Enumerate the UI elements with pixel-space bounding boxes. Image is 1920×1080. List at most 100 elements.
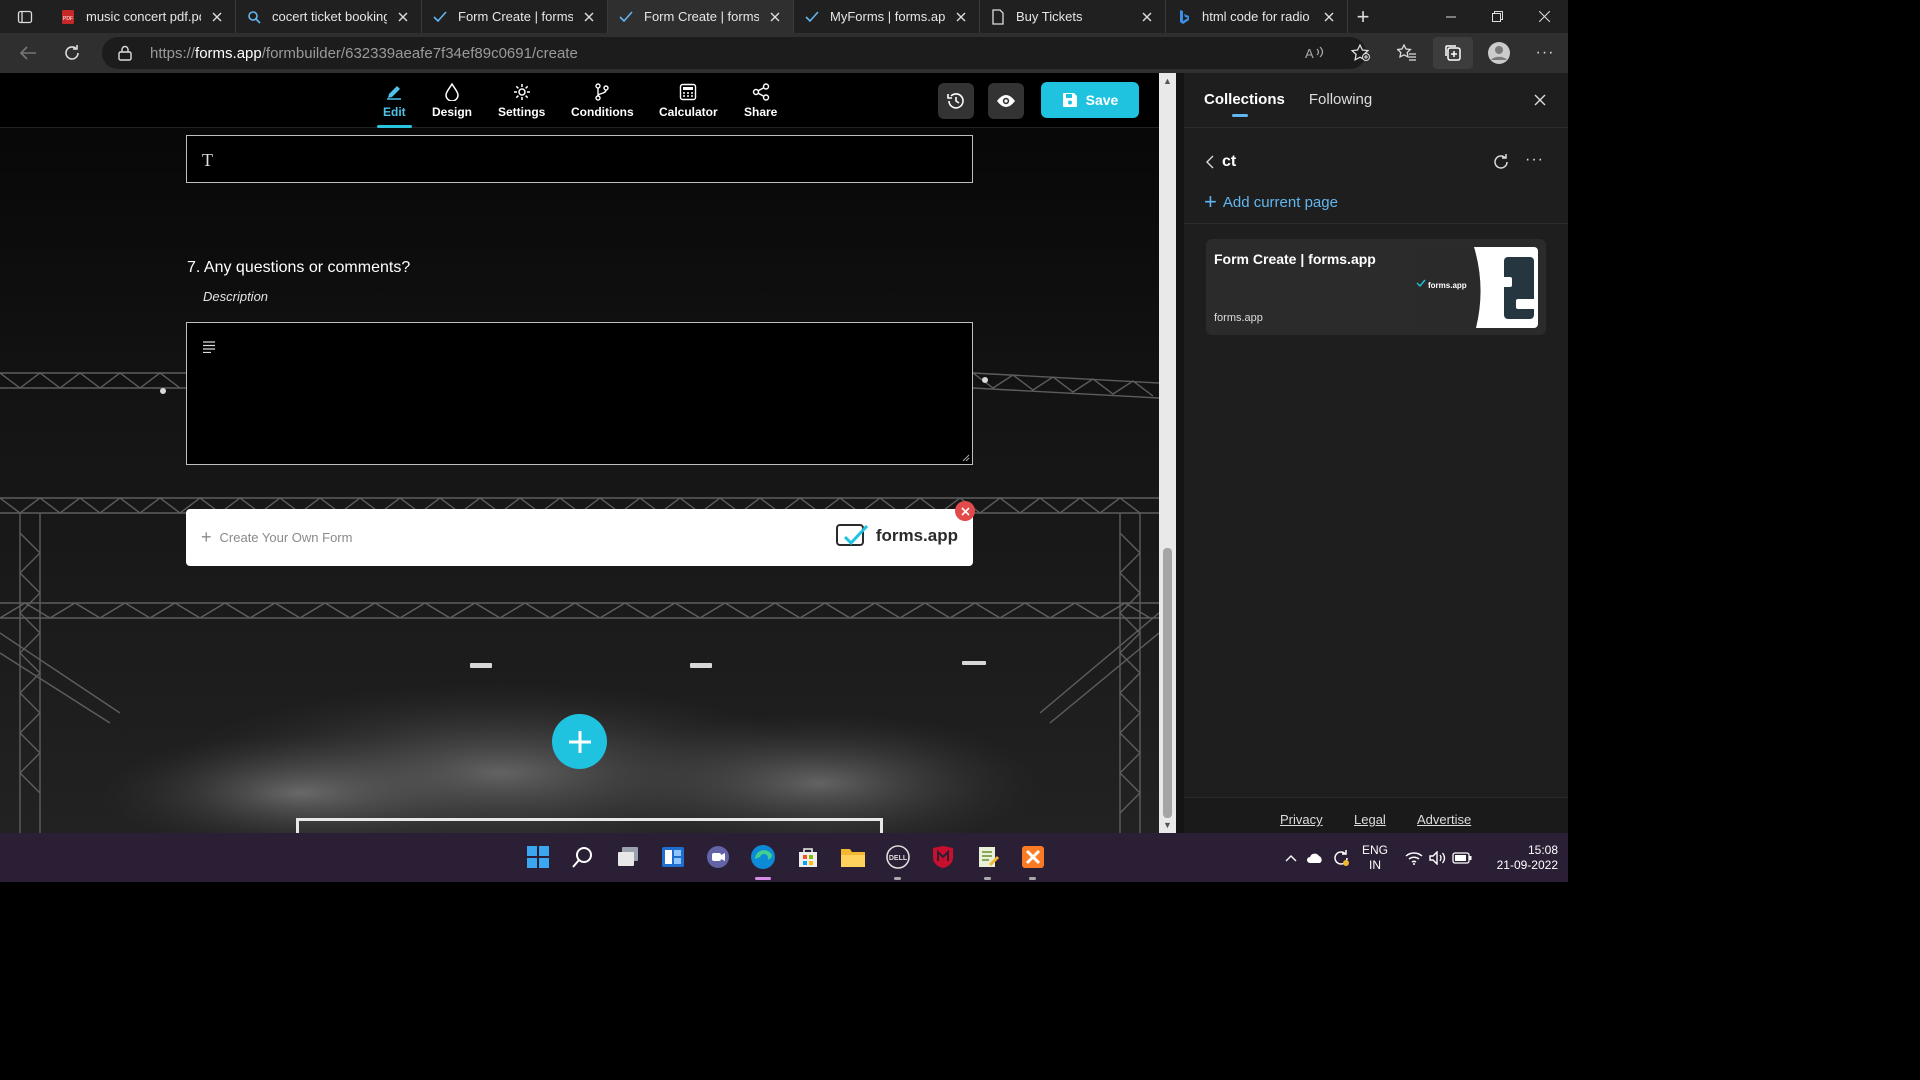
resize-handle-icon[interactable]	[962, 454, 970, 462]
sync-button[interactable]	[1492, 153, 1510, 176]
plus-icon	[568, 730, 591, 753]
profile-button[interactable]	[1476, 33, 1522, 73]
edge-taskbar-button[interactable]	[748, 842, 778, 872]
history-button[interactable]	[938, 83, 974, 119]
back-button[interactable]	[6, 33, 50, 73]
teams-chat-button[interactable]	[703, 842, 733, 872]
tab-collections[interactable]: Collections	[1204, 91, 1285, 117]
minimize-button[interactable]	[1427, 0, 1474, 33]
tab-close-icon[interactable]	[1139, 9, 1155, 25]
close-window-button[interactable]	[1521, 0, 1568, 33]
start-button[interactable]	[523, 842, 553, 872]
dell-app-button[interactable]: DELL	[883, 842, 913, 872]
sync-status-button[interactable]	[1328, 849, 1354, 867]
tab-3[interactable]: Form Create | forms.a	[608, 0, 794, 33]
tool-label: Design	[432, 105, 473, 119]
builder-toolbar: Edit Design Settings Conditions Calculat…	[0, 73, 1159, 128]
question-title[interactable]: 7. Any questions or comments?	[187, 259, 410, 277]
scroll-up-icon[interactable]: ▲	[1159, 73, 1176, 89]
widgets-icon	[662, 847, 684, 867]
battery-icon	[1450, 851, 1474, 864]
share-icon	[752, 81, 770, 103]
new-tab-button[interactable]: +	[1348, 0, 1378, 33]
tool-edit[interactable]: Edit	[377, 81, 412, 128]
tab-2[interactable]: Form Create | forms.a	[422, 0, 608, 33]
task-view-button[interactable]	[613, 842, 643, 872]
tool-share[interactable]: Share	[744, 81, 777, 128]
card-title: Form Create | forms.app	[1214, 251, 1376, 267]
close-banner-button[interactable]	[955, 501, 975, 521]
notepad-app-button[interactable]	[973, 842, 1003, 872]
long-text-answer-field[interactable]	[186, 322, 973, 465]
question-description[interactable]: Description	[203, 289, 268, 304]
url-field[interactable]: https://forms.app/formbuilder/632339aeaf…	[102, 37, 1366, 69]
calculator-icon	[679, 81, 697, 103]
taskbar-search-button[interactable]	[568, 842, 598, 872]
settings-more-button[interactable]: ···	[1522, 33, 1568, 73]
page-scrollbar[interactable]: ▲ ▼	[1159, 73, 1176, 833]
plus-icon: +	[1204, 189, 1217, 214]
tab-following[interactable]: Following	[1309, 91, 1372, 108]
save-button[interactable]: Save	[1041, 82, 1139, 118]
mcafee-icon	[933, 846, 953, 868]
tab-close-icon[interactable]	[767, 9, 783, 25]
tab-0[interactable]: PDF music concert pdf.pdf	[50, 0, 236, 33]
collection-more-icon[interactable]: ···	[1525, 151, 1544, 169]
browser-toolbar-icons: A ···	[1292, 33, 1568, 73]
tool-settings[interactable]: Settings	[498, 81, 545, 128]
add-current-page-button[interactable]: + Add current page	[1204, 191, 1338, 213]
tab-close-icon[interactable]	[209, 9, 225, 25]
reload-button[interactable]	[50, 33, 94, 73]
read-aloud-button[interactable]: A	[1292, 33, 1338, 73]
tab-close-icon[interactable]	[395, 9, 411, 25]
tab-5[interactable]: Buy Tickets	[980, 0, 1166, 33]
store-button[interactable]	[793, 842, 823, 872]
privacy-link[interactable]: Privacy	[1280, 812, 1323, 827]
active-tab-indicator	[377, 125, 412, 128]
widgets-button[interactable]	[658, 842, 688, 872]
notepad-icon	[979, 847, 1000, 867]
show-hidden-icons-button[interactable]	[1280, 854, 1302, 862]
add-favorite-button[interactable]	[1338, 33, 1384, 73]
thumb-brand: forms.app	[1428, 281, 1467, 290]
collection-back-button[interactable]: ct	[1206, 153, 1236, 171]
eye-icon	[997, 95, 1015, 107]
tab-actions-button[interactable]	[0, 0, 50, 33]
preview-button[interactable]	[988, 83, 1024, 119]
add-question-button[interactable]	[552, 714, 607, 769]
tab-1[interactable]: cocert ticket booking	[236, 0, 422, 33]
forms-app-logo: forms.app	[835, 523, 958, 549]
tab-close-icon[interactable]	[581, 9, 597, 25]
xampp-button[interactable]	[1018, 842, 1048, 872]
close-sidebar-button[interactable]	[1534, 93, 1546, 111]
tool-conditions[interactable]: Conditions	[571, 81, 634, 128]
star-add-icon	[1351, 44, 1370, 62]
short-text-answer-field[interactable]: T	[186, 135, 973, 183]
tab-4[interactable]: MyForms | forms.app	[794, 0, 980, 33]
browser-tab-strip: PDF music concert pdf.pdf cocert ticket …	[0, 0, 1568, 33]
quick-settings[interactable]	[1402, 833, 1474, 882]
input-language-button[interactable]: ENG IN	[1355, 843, 1395, 873]
tool-label: Edit	[383, 105, 406, 119]
tool-calculator[interactable]: Calculator	[659, 81, 718, 128]
onedrive-button[interactable]	[1302, 852, 1328, 864]
back-arrow-icon	[19, 46, 36, 60]
restore-button[interactable]	[1474, 0, 1521, 33]
scrollbar-thumb[interactable]	[1163, 548, 1172, 818]
favorites-button[interactable]	[1384, 33, 1430, 73]
tab-6[interactable]: html code for radio bu	[1166, 0, 1348, 33]
legal-link[interactable]: Legal	[1354, 812, 1386, 827]
collections-button[interactable]	[1433, 37, 1473, 69]
forms-app-icon	[432, 9, 448, 25]
tab-close-icon[interactable]	[953, 9, 969, 25]
tab-close-icon[interactable]	[1321, 9, 1337, 25]
tool-design[interactable]: Design	[432, 81, 472, 128]
chevron-up-icon	[1285, 854, 1297, 861]
clock[interactable]: 15:08 21-09-2022	[1478, 843, 1558, 873]
advertise-link[interactable]: Advertise	[1417, 812, 1471, 827]
scroll-down-icon[interactable]: ▼	[1159, 817, 1176, 833]
create-your-own-form-banner[interactable]: + Create Your Own Form forms.app	[186, 509, 973, 566]
file-explorer-button[interactable]	[838, 842, 868, 872]
collection-item-card[interactable]: Form Create | forms.app forms.app forms.…	[1206, 239, 1546, 335]
mcafee-button[interactable]	[928, 842, 958, 872]
